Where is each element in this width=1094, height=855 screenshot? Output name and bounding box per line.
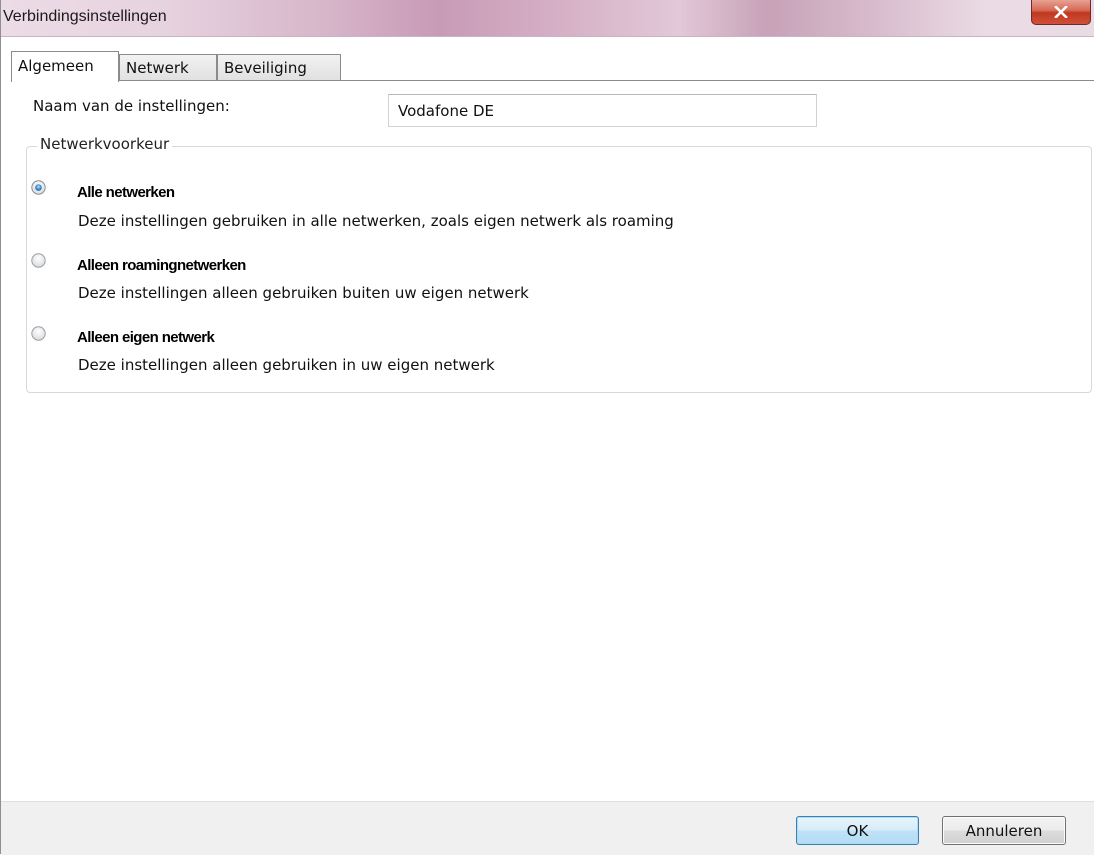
dialog-window: Verbindingsinstellingen Algemeen Netwerk… (0, 0, 1094, 855)
close-button[interactable] (1031, 0, 1091, 25)
title-bar[interactable]: Verbindingsinstellingen (1, 0, 1094, 37)
radio-roaming-only[interactable] (31, 253, 46, 268)
window-title: Verbindingsinstellingen (3, 8, 167, 25)
tab-beveiliging[interactable]: Beveiliging (217, 54, 341, 81)
radio-home-network-only[interactable] (31, 326, 46, 341)
option-desc-roaming-only: Deze instellingen alleen gebruiken buite… (78, 284, 529, 302)
option-desc-all-networks: Deze instellingen gebruiken in alle netw… (78, 212, 674, 230)
option-desc-home-network-only: Deze instellingen alleen gebruiken in uw… (78, 356, 495, 374)
option-title-home-network-only[interactable]: Alleen eigen netwerk (77, 329, 215, 346)
tab-netwerk[interactable]: Netwerk (119, 54, 217, 81)
dialog-footer (1, 801, 1094, 855)
settings-name-input[interactable] (388, 94, 817, 127)
radio-all-networks[interactable] (31, 180, 46, 195)
option-title-roaming-only[interactable]: Alleen roamingnetwerken (77, 257, 246, 274)
close-icon (1054, 5, 1068, 18)
settings-name-label: Naam van de instellingen: (33, 97, 230, 115)
option-title-all-networks[interactable]: Alle netwerken (77, 184, 175, 201)
tab-algemeen[interactable]: Algemeen (11, 51, 119, 82)
tab-panel-border (11, 80, 1094, 81)
cancel-button[interactable]: Annuleren (942, 816, 1066, 845)
network-preference-legend: Netwerkvoorkeur (37, 135, 173, 153)
ok-button[interactable]: OK (796, 816, 919, 845)
